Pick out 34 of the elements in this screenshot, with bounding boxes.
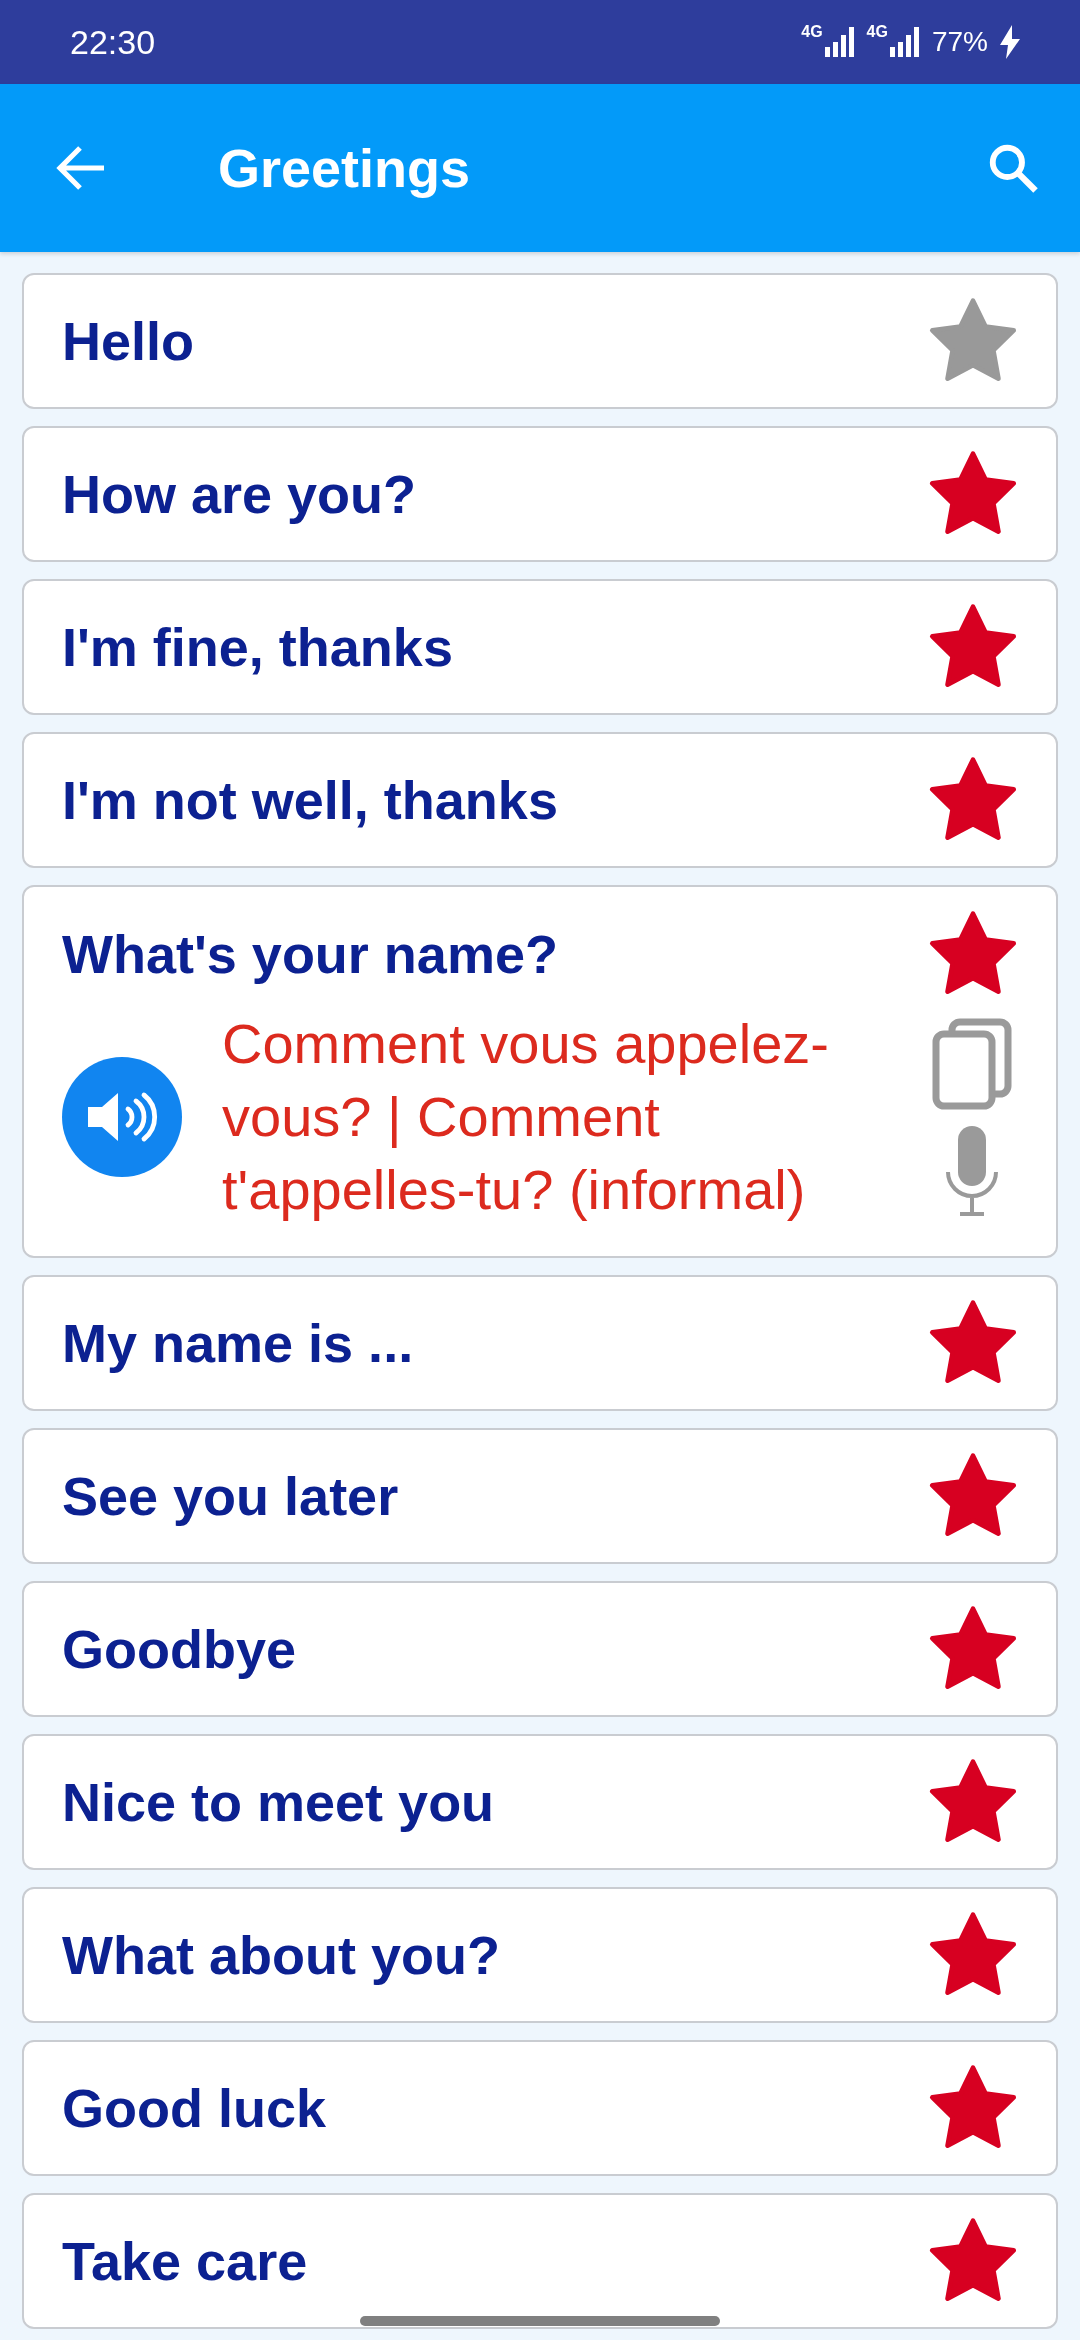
phrase-text: See you later — [62, 1465, 399, 1527]
phrase-card[interactable]: See you later — [22, 1428, 1058, 1564]
screen-title: Greetings — [218, 137, 472, 199]
phrase-card[interactable]: Good luck — [22, 2040, 1058, 2176]
phrase-card[interactable]: I'm not well, thanks — [22, 732, 1058, 868]
phrase-card[interactable]: What about you? — [22, 1887, 1058, 2023]
signal-icon — [889, 27, 920, 57]
network-label: 4G — [801, 23, 823, 41]
phrase-card[interactable]: My name is ... — [22, 1275, 1058, 1411]
phrase-text: How are you? — [62, 463, 417, 525]
phrase-card[interactable]: I'm fine, thanks — [22, 579, 1058, 715]
network-label: 4G — [866, 23, 888, 41]
status-time: 22:30 — [70, 22, 156, 62]
phrase-text: I'm fine, thanks — [62, 616, 453, 678]
phrase-card[interactable]: How are you? — [22, 426, 1058, 562]
phrase-text: Take care — [62, 2230, 308, 2292]
phrase-text: What about you? — [62, 1924, 500, 1986]
phrase-card[interactable]: Goodbye — [22, 1581, 1058, 1717]
phrase-text: My name is ... — [62, 1312, 414, 1374]
phrase-card[interactable]: Hello — [22, 273, 1058, 409]
phrase-card[interactable]: Nice to meet you — [22, 1734, 1058, 1870]
phrase-text: I'm not well, thanks — [62, 769, 558, 831]
phrase-text: Good luck — [62, 2077, 326, 2139]
translation-text: Comment vous appelez-vous? | Comment t'appelles-tu? (informal) — [222, 1011, 830, 1223]
phrase-text: Nice to meet you — [62, 1771, 495, 1833]
phrase-text: Hello — [62, 310, 195, 372]
phrase-card[interactable]: Take care — [22, 2193, 1058, 2329]
signal-icon — [824, 27, 855, 57]
phrase-text: Goodbye — [62, 1618, 296, 1680]
copy-icon[interactable] — [932, 1017, 1012, 1110]
phrase-card[interactable]: What's your name? Comment vous appelez-vous? | Comment t'appelles-tu? (informal) — [22, 885, 1058, 1258]
microphone-icon[interactable] — [944, 1123, 1000, 1216]
phrase-text: What's your name? — [62, 923, 558, 985]
battery-level: 77% — [931, 26, 988, 58]
